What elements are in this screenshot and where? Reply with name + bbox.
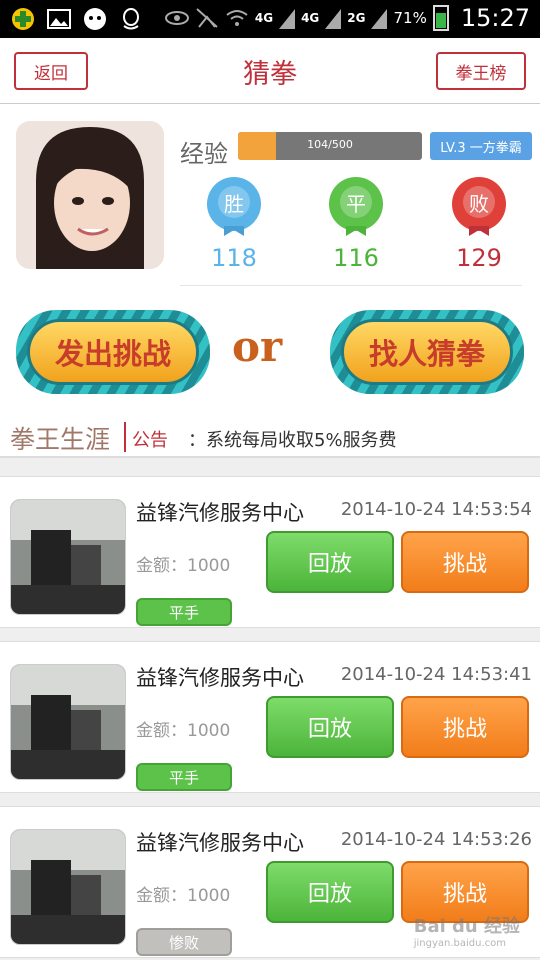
watermark-url: jingyan.baidu.com	[413, 938, 506, 949]
draw-stat: 平 116	[321, 174, 391, 272]
replay-button[interactable]: 回放	[266, 696, 394, 758]
network-type-2: 4G	[301, 11, 320, 25]
divider	[180, 285, 522, 286]
lose-icon: 败	[452, 177, 506, 236]
avatar[interactable]	[16, 121, 164, 269]
record-item: 益锋汽修服务中心 2014-10-24 14:53:41 金额：1000 回放 …	[0, 641, 540, 793]
wifi-icon	[226, 10, 248, 26]
or-text: or	[232, 322, 283, 371]
exp-value: 104/500	[307, 138, 353, 151]
notice-label: 公告	[132, 430, 168, 451]
record-item: 益锋汽修服务中心 2014-10-24 14:53:54 金额：1000 回放 …	[0, 476, 540, 628]
signal-icon	[279, 9, 296, 29]
status-bar: 4G 4G 2G 71% 15:27	[0, 0, 540, 38]
win-icon: 胜	[207, 177, 261, 236]
find-opponent-button[interactable]: 找人猜拳	[330, 310, 524, 394]
record-name: 益锋汽修服务中心	[136, 666, 304, 690]
challenge-button[interactable]: 挑战	[401, 696, 529, 758]
result-badge: 平手	[136, 763, 232, 791]
career-title: 拳王生涯	[10, 425, 111, 454]
result-badge: 惨败	[136, 928, 232, 956]
record-name: 益锋汽修服务中心	[136, 501, 304, 525]
record-thumbnail[interactable]	[10, 829, 126, 945]
record-amount: 金额：1000	[136, 721, 231, 741]
lose-count: 129	[456, 244, 502, 272]
exp-progress-bar: 104/500	[238, 132, 422, 160]
career-header: 拳王生涯 公告 ：系统每局收取5%服务费	[0, 412, 540, 458]
app-header: 返回 猜拳 拳王榜	[0, 38, 540, 104]
record-thumbnail[interactable]	[10, 499, 126, 615]
watermark: Bai du 经验 jingyan.baidu.com	[414, 912, 520, 949]
leaderboard-button[interactable]: 拳王榜	[436, 52, 526, 90]
record-time: 2014-10-24 14:53:41	[340, 664, 532, 685]
send-challenge-button[interactable]: 发出挑战	[16, 310, 210, 394]
qq-icon	[123, 8, 139, 30]
watermark-brand: Bai du 经验	[413, 916, 520, 937]
exp-label: 经验	[180, 140, 228, 168]
challenge-button[interactable]: 挑战	[401, 531, 529, 593]
level-badge: LV.3 一方拳霸	[430, 132, 532, 160]
record-name: 益锋汽修服务中心	[136, 831, 304, 855]
result-badge: 平手	[136, 598, 232, 626]
record-time: 2014-10-24 14:53:54	[340, 499, 532, 520]
replay-button[interactable]: 回放	[266, 861, 394, 923]
record-amount: 金额：1000	[136, 556, 231, 576]
battery-icon	[432, 5, 449, 31]
win-icon-label: 胜	[224, 192, 244, 216]
record-thumbnail[interactable]	[10, 664, 126, 780]
draw-icon: 平	[329, 177, 383, 236]
eye-icon	[164, 11, 189, 25]
mute-icon	[196, 8, 218, 28]
draw-icon-label: 平	[346, 192, 366, 216]
image-icon	[47, 9, 71, 29]
send-challenge-label: 发出挑战	[27, 319, 199, 385]
clock: 15:27	[460, 4, 530, 32]
record-amount: 金额：1000	[136, 886, 231, 906]
win-stat: 胜 118	[199, 174, 269, 272]
divider	[124, 422, 126, 452]
lose-icon-label: 败	[469, 192, 489, 216]
network-type-3: 2G	[347, 11, 366, 25]
app-notification-icon	[12, 8, 34, 30]
record-item: 益锋汽修服务中心 2014-10-24 14:53:26 金额：1000 回放 …	[0, 806, 540, 958]
lose-stat: 败 129	[444, 174, 514, 272]
find-opponent-label: 找人猜拳	[341, 319, 513, 385]
notice-text: ：系统每局收取5%服务费	[188, 430, 397, 451]
record-time: 2014-10-24 14:53:26	[340, 829, 532, 850]
win-count: 118	[211, 244, 257, 272]
network-type-1: 4G	[254, 11, 274, 25]
signal-icon	[325, 9, 342, 29]
replay-button[interactable]: 回放	[266, 531, 394, 593]
signal-icon	[371, 9, 388, 29]
draw-count: 116	[333, 244, 379, 272]
battery-percent: 71%	[393, 9, 427, 27]
profile-panel: 经验 104/500 LV.3 一方拳霸 胜 118 平 116 败 129 发…	[0, 104, 540, 458]
chat-icon	[84, 8, 106, 30]
